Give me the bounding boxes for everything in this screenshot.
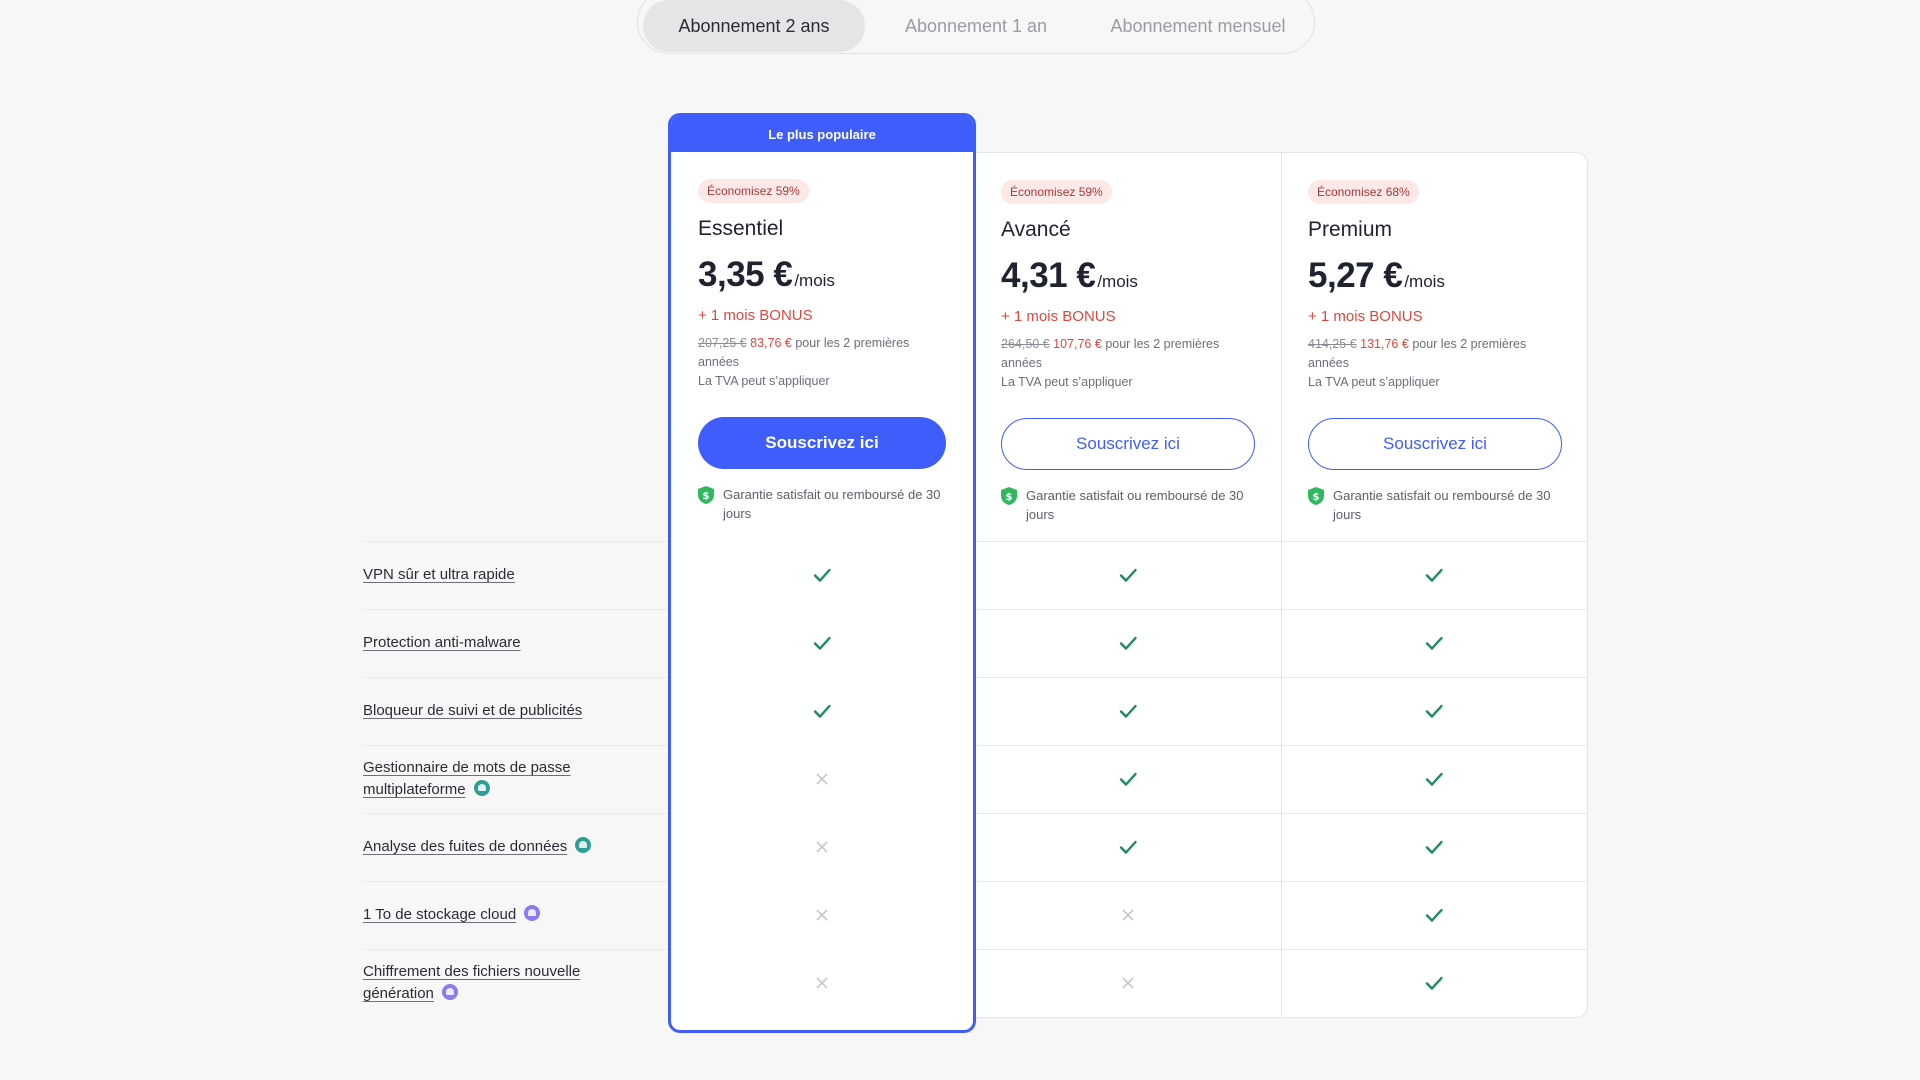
- check-icon: [1424, 701, 1444, 721]
- money-back-guarantee: $ Garantie satisfait ou remboursé de 30 …: [1308, 486, 1562, 524]
- feature-label[interactable]: Gestionnaire de mots de passe multiplate…: [363, 757, 623, 801]
- new-price: 83,76 €: [750, 336, 792, 350]
- feature-label-text[interactable]: Chiffrement des fichiers nouvelle généra…: [363, 963, 580, 1002]
- subscribe-button[interactable]: Souscrivez ici: [1001, 418, 1255, 470]
- vat-note: La TVA peut s’appliquer: [698, 374, 830, 388]
- check-icon: [1118, 633, 1138, 653]
- svg-text:$: $: [703, 491, 710, 502]
- price-period: /mois: [1097, 272, 1138, 291]
- bonus-text: + 1 mois BONUS: [698, 307, 813, 324]
- money-back-guarantee: $ Garantie satisfait ou remboursé de 30 …: [698, 485, 946, 523]
- feature-label[interactable]: Analyse des fuites de données: [363, 836, 623, 858]
- check-icon: [1424, 905, 1444, 925]
- check-icon: [812, 701, 832, 721]
- check-icon: [1118, 837, 1138, 857]
- vat-note: La TVA peut s’appliquer: [1001, 375, 1133, 389]
- plan-name: Avancé: [1001, 218, 1071, 241]
- svg-text:$: $: [1006, 492, 1013, 503]
- check-icon: [1118, 565, 1138, 585]
- bonus-text: + 1 mois BONUS: [1001, 308, 1116, 325]
- shield-dollar-icon: $: [1308, 487, 1324, 505]
- feature-label[interactable]: Bloqueur de suivi et de publicités: [363, 700, 623, 722]
- tab-1-year[interactable]: Abonnement 1 an: [865, 0, 1087, 52]
- shield-dollar-icon: $: [1001, 487, 1017, 505]
- subscribe-button[interactable]: Souscrivez ici: [698, 417, 946, 469]
- plan-name: Essentiel: [698, 217, 784, 240]
- check-icon: [1424, 837, 1444, 857]
- check-icon: [1424, 633, 1444, 653]
- discount-badge: Économisez 68%: [1308, 180, 1419, 204]
- guarantee-text: Garantie satisfait ou remboursé de 30 jo…: [1026, 488, 1244, 522]
- svg-text:$: $: [1313, 492, 1320, 503]
- check-icon: [1424, 565, 1444, 585]
- check-icon: [812, 633, 832, 653]
- popular-banner: Le plus populaire: [671, 116, 973, 152]
- check-icon: [1424, 769, 1444, 789]
- feature-label[interactable]: 1 To de stockage cloud: [363, 904, 623, 926]
- cross-icon: [812, 837, 832, 857]
- cloud-storage-icon: [441, 984, 458, 1000]
- feature-label-text[interactable]: 1 To de stockage cloud: [363, 906, 516, 923]
- feature-label[interactable]: Chiffrement des fichiers nouvelle généra…: [363, 961, 623, 1005]
- plan-avance: Économisez 59% Avancé 4,31 € /mois + 1 m…: [1001, 180, 1255, 524]
- tab-monthly[interactable]: Abonnement mensuel: [1087, 0, 1309, 52]
- cross-icon: [1118, 905, 1138, 925]
- cloud-storage-icon: [524, 905, 541, 921]
- cross-icon: [812, 905, 832, 925]
- check-icon: [1424, 973, 1444, 993]
- subscribe-button[interactable]: Souscrivez ici: [1308, 418, 1562, 470]
- price-period: /mois: [794, 271, 835, 290]
- bonus-text: + 1 mois BONUS: [1308, 308, 1423, 325]
- feature-label-text[interactable]: Protection anti-malware: [363, 634, 521, 651]
- feature-label[interactable]: VPN sûr et ultra rapide: [363, 564, 623, 586]
- discount-badge: Économisez 59%: [1001, 180, 1112, 204]
- old-price: 207,25 €: [698, 336, 747, 350]
- feature-label-text[interactable]: Analyse des fuites de données: [363, 838, 567, 855]
- billing-period-tabs: Abonnement 2 ans Abonnement 1 an Abonnem…: [637, 0, 1315, 54]
- feature-label-text[interactable]: Bloqueur de suivi et de publicités: [363, 702, 582, 719]
- plan-premium: Économisez 68% Premium 5,27 € /mois + 1 …: [1308, 180, 1562, 524]
- shield-dollar-icon: $: [698, 486, 714, 504]
- feature-label-text[interactable]: Gestionnaire de mots de passe multiplate…: [363, 759, 571, 798]
- tab-2-years[interactable]: Abonnement 2 ans: [643, 0, 865, 52]
- check-icon: [1118, 769, 1138, 789]
- cross-icon: [1118, 973, 1138, 993]
- new-price: 131,76 €: [1360, 337, 1409, 351]
- money-back-guarantee: $ Garantie satisfait ou remboursé de 30 …: [1001, 486, 1255, 524]
- plan-essentiel: Économisez 59% Essentiel 3,35 € /mois + …: [698, 179, 946, 523]
- password-manager-icon: [575, 837, 592, 853]
- cross-icon: [812, 973, 832, 993]
- billing-details: 264,50 € 107,76 € pour les 2 premières a…: [1001, 335, 1255, 392]
- billing-details: 414,25 € 131,76 € pour les 2 premières a…: [1308, 335, 1562, 392]
- price-period: /mois: [1404, 272, 1445, 291]
- guarantee-text: Garantie satisfait ou remboursé de 30 jo…: [1333, 488, 1551, 522]
- old-price: 414,25 €: [1308, 337, 1357, 351]
- plan-price: 3,35 €: [698, 255, 793, 294]
- discount-badge: Économisez 59%: [698, 179, 809, 203]
- plan-price: 5,27 €: [1308, 256, 1403, 295]
- billing-details: 207,25 € 83,76 € pour les 2 premières an…: [698, 334, 946, 391]
- new-price: 107,76 €: [1053, 337, 1102, 351]
- check-icon: [812, 565, 832, 585]
- guarantee-text: Garantie satisfait ou remboursé de 30 jo…: [723, 487, 941, 521]
- column-divider: [1281, 152, 1282, 1018]
- feature-label-text[interactable]: VPN sûr et ultra rapide: [363, 566, 515, 583]
- password-manager-icon: [473, 780, 490, 796]
- check-icon: [1118, 701, 1138, 721]
- feature-label[interactable]: Protection anti-malware: [363, 632, 623, 654]
- plan-name: Premium: [1308, 218, 1393, 241]
- plan-price: 4,31 €: [1001, 256, 1096, 295]
- vat-note: La TVA peut s’appliquer: [1308, 375, 1440, 389]
- old-price: 264,50 €: [1001, 337, 1050, 351]
- cross-icon: [812, 769, 832, 789]
